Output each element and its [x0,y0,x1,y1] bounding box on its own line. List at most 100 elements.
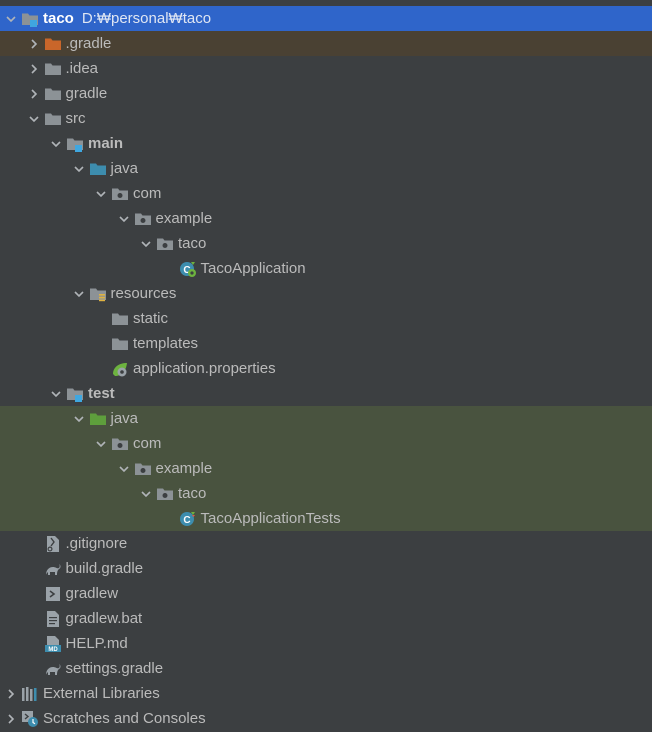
chevron-right-icon[interactable] [25,81,43,106]
package-icon [155,484,175,504]
folder-icon [110,309,130,329]
chevron-down-icon[interactable] [137,231,155,256]
chevron-down-icon[interactable] [70,156,88,181]
tree-item-label: .gradle [65,35,112,52]
tree-item-label: settings.gradle [65,660,164,677]
module-folder-icon [65,134,85,154]
package-icon [133,209,153,229]
svg-text:MD: MD [48,647,58,653]
tree-item-label: gradle [65,85,108,102]
tree-item-main[interactable]: main [0,131,652,156]
folder-icon [43,84,63,104]
markdown-file-icon: MD [43,634,63,654]
tree-item-label: example [155,460,213,477]
tree-item-label: src [65,110,86,127]
tree-item-java[interactable]: java [0,156,652,181]
tree-item-gitignore[interactable]: .gitignore [0,531,652,556]
tree-item-help-md[interactable]: MD HELP.md [0,631,652,656]
tree-item-label: .gitignore [65,535,128,552]
test-class-icon: C [178,509,198,529]
chevron-down-icon[interactable] [115,456,133,481]
excluded-folder-icon [43,34,63,54]
tree-item-label: test [88,385,115,402]
tree-item-label: taco [178,235,207,252]
module-folder-icon [65,384,85,404]
chevron-down-icon[interactable] [137,481,155,506]
test-source-folder-icon [88,409,108,429]
tree-item-gradlew[interactable]: gradlew [0,581,652,606]
chevron-down-icon[interactable] [70,406,88,431]
spring-properties-icon [110,359,130,379]
tree-item-tacoapplicationtests[interactable]: C TacoApplicationTests [0,506,652,531]
shell-script-icon [43,584,63,604]
tree-item-java[interactable]: java [0,406,652,431]
tree-item-label: gradlew.bat [65,610,143,627]
tree-item-src[interactable]: src [0,106,652,131]
chevron-down-icon[interactable] [2,6,20,31]
tree-item-taco[interactable]: taco D:₩personal₩taco [0,6,652,31]
tree-item-label: External Libraries [43,685,160,702]
chevron-down-icon[interactable] [47,381,65,406]
tree-item-com[interactable]: com [0,431,652,456]
folder-icon [43,109,63,129]
tree-item-label: .idea [65,60,99,77]
chevron-right-icon[interactable] [2,681,20,706]
tree-item-tacoapplication[interactable]: C TacoApplication [0,256,652,281]
tree-item-label: java [110,160,139,177]
tree-item-example[interactable]: example [0,206,652,231]
chevron-down-icon[interactable] [70,281,88,306]
tree-item-example[interactable]: example [0,456,652,481]
package-icon [155,234,175,254]
tree-item-gradlew-bat[interactable]: gradlew.bat [0,606,652,631]
tree-item-resources[interactable]: resources [0,281,652,306]
tree-item-label: taco [178,485,207,502]
chevron-right-icon[interactable] [25,31,43,56]
tree-item-label: HELP.md [65,635,128,652]
tree-item-com[interactable]: com [0,181,652,206]
chevron-right-icon[interactable] [2,706,20,731]
chevron-down-icon[interactable] [47,131,65,156]
project-tree: taco D:₩personal₩taco .gradle .idea gradle sr… [0,0,652,732]
chevron-down-icon[interactable] [115,206,133,231]
tree-item-external-libraries[interactable]: External Libraries [0,681,652,706]
tree-item-application-properties[interactable]: application.properties [0,356,652,381]
tree-item-label: templates [133,335,199,352]
tree-item-label: build.gradle [65,560,144,577]
tree-item-scratches-and-consoles[interactable]: Scratches and Consoles [0,706,652,731]
tree-item-idea[interactable]: .idea [0,56,652,81]
tree-item-gradle[interactable]: .gradle [0,31,652,56]
tree-item-label: gradlew [65,585,119,602]
tree-item-gradle[interactable]: gradle [0,81,652,106]
tree-item-build-gradle[interactable]: build.gradle [0,556,652,581]
chevron-down-icon[interactable] [92,181,110,206]
tree-item-templates[interactable]: templates [0,331,652,356]
chevron-down-icon[interactable] [25,106,43,131]
tree-item-taco[interactable]: taco [0,231,652,256]
tree-item-taco[interactable]: taco [0,481,652,506]
package-icon [133,459,153,479]
chevron-right-icon[interactable] [25,56,43,81]
tree-item-label: static [133,310,169,327]
gradle-file-icon [43,659,63,679]
tree-item-test[interactable]: test [0,381,652,406]
source-root-folder-icon [88,159,108,179]
tree-item-static[interactable]: static [0,306,652,331]
chevron-down-icon[interactable] [92,431,110,456]
tree-item-label: com [133,435,162,452]
tree-item-label: com [133,185,162,202]
tree-top-border [0,0,652,4]
svg-text:C: C [183,515,190,526]
tree-item-label: application.properties [133,360,276,377]
tree-item-settings-gradle[interactable]: settings.gradle [0,656,652,681]
tree-item-label: TacoApplication [200,260,306,277]
gradle-file-icon [43,559,63,579]
